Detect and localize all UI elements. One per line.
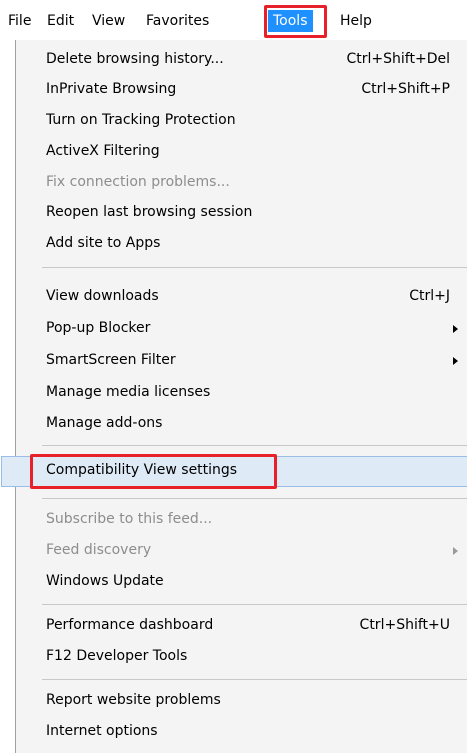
menu-item-view-downloads[interactable]: View downloads Ctrl+J: [16, 282, 467, 312]
menu-separator: [42, 679, 467, 680]
menu-item-fix-connection-problems: Fix connection problems...: [16, 168, 467, 198]
menu-separator: [42, 498, 467, 499]
menu-item-label: View downloads: [46, 288, 159, 304]
menu-item-label: Pop-up Blocker: [46, 320, 151, 336]
menu-item-f12-developer-tools[interactable]: F12 Developer Tools: [16, 642, 467, 672]
menu-item-report-website-problems[interactable]: Report website problems: [16, 686, 467, 716]
menu-item-label: Windows Update: [46, 573, 164, 589]
menu-item-manage-add-ons[interactable]: Manage add-ons: [16, 409, 467, 439]
menu-separator: [42, 445, 467, 446]
submenu-arrow-icon: [453, 325, 458, 333]
menu-item-feed-discovery: Feed discovery: [16, 536, 467, 566]
submenu-arrow-icon: [453, 357, 458, 365]
menu-item-label: Feed discovery: [46, 542, 152, 558]
menu-item-inprivate-browsing[interactable]: InPrivate Browsing Ctrl+Shift+P: [16, 75, 467, 105]
menu-item-windows-update[interactable]: Windows Update: [16, 567, 467, 597]
menu-bar: File Edit View Favorites Tools Help: [0, 0, 467, 40]
menu-separator: [42, 604, 467, 605]
submenu-arrow-icon: [453, 547, 458, 555]
menu-item-performance-dashboard[interactable]: Performance dashboard Ctrl+Shift+U: [16, 611, 467, 641]
menu-item-label: Internet options: [46, 723, 158, 739]
menu-item-label: Subscribe to this feed...: [46, 511, 213, 527]
menu-item-label: Manage add-ons: [46, 415, 163, 431]
menu-item-label: Fix connection problems...: [46, 174, 230, 190]
menu-item-smartscreen-filter[interactable]: SmartScreen Filter: [16, 346, 467, 376]
menu-item-label: Performance dashboard: [46, 617, 214, 633]
menu-item-label: F12 Developer Tools: [46, 648, 188, 664]
menu-file[interactable]: File: [8, 11, 31, 31]
menu-item-label: Reopen last browsing session: [46, 204, 253, 220]
menu-item-shortcut: Ctrl+J: [409, 288, 450, 304]
menu-item-manage-media-licenses[interactable]: Manage media licenses: [16, 378, 467, 408]
menu-item-activex-filtering[interactable]: ActiveX Filtering: [16, 137, 467, 167]
menu-help[interactable]: Help: [340, 11, 372, 31]
menu-item-tracking-protection[interactable]: Turn on Tracking Protection: [16, 106, 467, 136]
menu-item-label: InPrivate Browsing: [46, 81, 177, 97]
tools-annotation-box: [264, 5, 327, 38]
menu-item-label: ActiveX Filtering: [46, 143, 160, 159]
menu-item-label: Delete browsing history...: [46, 51, 224, 67]
tools-dropdown-menu: Delete browsing history... Ctrl+Shift+De…: [1, 40, 467, 753]
menu-view[interactable]: View: [92, 11, 125, 31]
menu-edit[interactable]: Edit: [47, 11, 74, 31]
menu-item-label: Manage media licenses: [46, 384, 211, 400]
menu-item-shortcut: Ctrl+Shift+Del: [346, 51, 450, 67]
menu-item-popup-blocker[interactable]: Pop-up Blocker: [16, 314, 467, 344]
menu-item-reopen-last-session[interactable]: Reopen last browsing session: [16, 198, 467, 228]
menu-item-delete-browsing-history[interactable]: Delete browsing history... Ctrl+Shift+De…: [16, 45, 467, 75]
menu-item-shortcut: Ctrl+Shift+P: [361, 81, 450, 97]
menu-item-label: SmartScreen Filter: [46, 352, 176, 368]
menu-item-subscribe-to-feed: Subscribe to this feed...: [16, 505, 467, 535]
menu-item-label: Turn on Tracking Protection: [46, 112, 236, 128]
menu-item-label: Report website problems: [46, 692, 221, 708]
compatibility-annotation-box: [30, 454, 277, 489]
menu-favorites[interactable]: Favorites: [146, 11, 209, 31]
menu-item-label: Add site to Apps: [46, 235, 161, 251]
menu-separator: [42, 267, 467, 268]
menu-item-add-site-to-apps[interactable]: Add site to Apps: [16, 229, 467, 259]
menu-item-shortcut: Ctrl+Shift+U: [359, 617, 450, 633]
menu-item-internet-options[interactable]: Internet options: [16, 717, 467, 747]
